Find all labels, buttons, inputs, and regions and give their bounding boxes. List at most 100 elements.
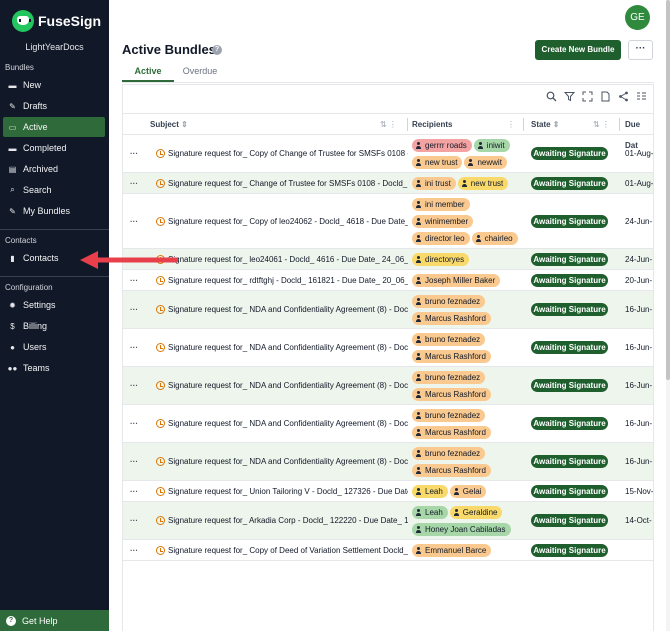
recipient-chip[interactable]: Emmanuel Barce	[412, 544, 492, 557]
recipient-chip[interactable]: Marcus Rashford	[412, 312, 491, 325]
row-actions-button[interactable]: ···	[130, 516, 142, 525]
recipient-chip[interactable]: bruno feznadez	[412, 333, 486, 346]
table-row[interactable]: bruno feznadez Marcus Rashford ··· Signatur…	[123, 291, 653, 329]
get-help-button[interactable]: ? Get Help	[0, 610, 109, 631]
table-row[interactable]: directoryes···Signature request for_ leo…	[123, 249, 653, 270]
column-menu-icon[interactable]: ⇅ ⋮	[380, 114, 397, 135]
recipient-chip[interactable]: directoryes	[412, 253, 470, 266]
sidebar-item-search[interactable]: ⌕ Search	[3, 180, 105, 200]
tab-active[interactable]: Active	[122, 63, 174, 82]
subject-cell[interactable]: Signature request for_ NDA and Confident…	[168, 381, 408, 390]
subject-cell[interactable]: Signature request for_ rdtftghj - Docld_…	[168, 276, 408, 285]
recipient-chip[interactable]: ini member	[412, 198, 470, 211]
sidebar-item-drafts[interactable]: ✎ Drafts	[3, 96, 105, 116]
table-row[interactable]: bruno feznadez Marcus Rashford ··· Signatur…	[123, 405, 653, 443]
recipient-chip[interactable]: new trust	[412, 156, 463, 169]
subject-cell[interactable]: Signature request for_ Change of Trustee…	[168, 179, 408, 188]
recipient-chip[interactable]: bruno feznadez	[412, 447, 486, 460]
row-actions-button[interactable]: ···	[130, 217, 142, 226]
sidebar-item-completed[interactable]: ▬ Completed	[3, 138, 105, 158]
search-icon[interactable]	[546, 91, 557, 102]
sidebar-item-new[interactable]: ▬ New	[3, 75, 105, 95]
table-row[interactable]: Leah Geraldine Honey Joan Cabiladas ··· Sign…	[123, 502, 653, 540]
recipient-chip[interactable]: Marcus Rashford	[412, 388, 491, 401]
share-icon[interactable]	[618, 91, 629, 102]
table-row[interactable]: bruno feznadez Marcus Rashford ··· Signatur…	[123, 367, 653, 405]
subject-cell[interactable]: Signature request for_ Copy of leo24062 …	[168, 217, 408, 226]
column-menu-icon[interactable]: ⇅ ⋮	[593, 114, 610, 135]
subject-cell[interactable]: Signature request for_ Copy of Deed of V…	[168, 546, 408, 555]
workspace-name[interactable]: LightYearDocs	[0, 42, 109, 56]
sort-icon[interactable]: ⇕	[181, 120, 188, 129]
sidebar-item-settings[interactable]: ✹ Settings	[3, 295, 105, 315]
table-row[interactable]: Joseph Miller Baker ··· Signature request …	[123, 270, 653, 291]
fullscreen-icon[interactable]	[582, 91, 593, 102]
row-actions-button[interactable]: ···	[130, 276, 142, 285]
row-actions-button[interactable]: ···	[130, 546, 142, 555]
recipient-chip[interactable]: gerrrr roads	[412, 139, 472, 152]
recipient-chip[interactable]: Leah	[412, 506, 448, 519]
row-actions-button[interactable]: ···	[130, 457, 142, 466]
recipient-chip[interactable]: Gelai	[449, 485, 487, 498]
recipient-chip[interactable]: Marcus Rashford	[412, 464, 491, 477]
subject-cell[interactable]: Signature request for_ Union Tailoring V…	[168, 487, 408, 496]
filter-icon[interactable]	[563, 91, 576, 102]
export-file-icon[interactable]	[600, 91, 611, 102]
row-actions-button[interactable]: ···	[130, 487, 142, 496]
recipient-chip[interactable]: bruno feznadez	[412, 295, 486, 308]
column-header-due-date[interactable]: Due Dat	[625, 114, 653, 150]
subject-cell[interactable]: Signature request for_ leo24061 - Docld_…	[168, 255, 408, 264]
recipient-chip[interactable]: new trust	[457, 177, 509, 190]
recipient-chip[interactable]: ini trust	[412, 177, 456, 190]
row-actions-button[interactable]: ···	[130, 149, 142, 158]
column-resizer[interactable]	[619, 118, 620, 131]
column-header-state[interactable]: State ⇕	[531, 114, 560, 135]
sidebar-item-billing[interactable]: $ Billing	[3, 316, 105, 336]
recipient-chip[interactable]: Leah	[412, 485, 448, 498]
logo[interactable]: FuseSign	[0, 0, 109, 34]
row-actions-button[interactable]: ···	[130, 419, 142, 428]
table-row[interactable]: ini trust new trust ··· Signature request f…	[123, 173, 653, 194]
subject-cell[interactable]: Signature request for_ Copy of Change of…	[168, 149, 408, 158]
recipient-chip[interactable]: Marcus Rashford	[412, 426, 491, 439]
column-menu-icon[interactable]: ⋮	[507, 114, 515, 135]
row-actions-button[interactable]: ···	[130, 305, 142, 314]
recipient-chip[interactable]: Joseph Miller Baker	[412, 274, 501, 287]
subject-cell[interactable]: Signature request for_ NDA and Confident…	[168, 457, 408, 466]
column-resizer[interactable]	[407, 118, 408, 131]
recipient-chip[interactable]: newwit	[464, 156, 507, 169]
table-row[interactable]: Emmanuel Barce ··· Signature request for_ …	[123, 540, 653, 561]
table-row[interactable]: gerrrr roads iniwit new trust newwit ··· Sign…	[123, 135, 653, 173]
row-actions-button[interactable]: ···	[130, 343, 142, 352]
subject-cell[interactable]: Signature request for_ NDA and Confident…	[168, 419, 408, 428]
user-avatar[interactable]: GE	[625, 5, 650, 30]
subject-cell[interactable]: Signature request for_ NDA and Confident…	[168, 305, 408, 314]
subject-cell[interactable]: Signature request for_ Arkadia Corp - Do…	[168, 516, 408, 525]
subject-cell[interactable]: Signature request for_ NDA and Confident…	[168, 343, 408, 352]
table-row[interactable]: Leah Gelai ··· Signature request for_ Union…	[123, 481, 653, 502]
recipient-chip[interactable]: iniwit	[473, 139, 510, 152]
sidebar-item-users[interactable]: ● Users	[3, 337, 105, 357]
recipient-chip[interactable]: chairleo	[471, 232, 518, 245]
table-row[interactable]: bruno feznadez Marcus Rashford ··· Signatur…	[123, 443, 653, 481]
sidebar-item-teams[interactable]: ●● Teams	[3, 358, 105, 378]
table-row[interactable]: bruno feznadez Marcus Rashford ··· Signatur…	[123, 329, 653, 367]
row-actions-button[interactable]: ···	[130, 179, 142, 188]
recipient-chip[interactable]: director leo	[412, 232, 470, 245]
recipient-chip[interactable]: Geraldine	[449, 506, 503, 519]
sort-icon[interactable]: ⇕	[553, 120, 560, 129]
column-resizer[interactable]	[523, 118, 524, 131]
create-new-bundle-button[interactable]: Create New Bundle	[535, 40, 621, 60]
columns-icon[interactable]	[636, 91, 647, 102]
help-circle-icon[interactable]: ?	[212, 45, 222, 55]
column-header-recipients[interactable]: Recipients	[412, 114, 452, 135]
recipient-chip[interactable]: winimember	[412, 215, 474, 228]
sidebar-item-archived[interactable]: ▤ Archived	[3, 159, 105, 179]
recipient-chip[interactable]: bruno feznadez	[412, 371, 486, 384]
sidebar-item-active[interactable]: ▭ Active	[3, 117, 105, 137]
recipient-chip[interactable]: Honey Joan Cabiladas	[412, 523, 511, 536]
table-row[interactable]: ini member winimember director leo chairleo…	[123, 194, 653, 249]
column-header-subject[interactable]: Subject ⇕	[150, 114, 188, 135]
row-actions-button[interactable]: ···	[130, 381, 142, 390]
recipient-chip[interactable]: bruno feznadez	[412, 409, 486, 422]
